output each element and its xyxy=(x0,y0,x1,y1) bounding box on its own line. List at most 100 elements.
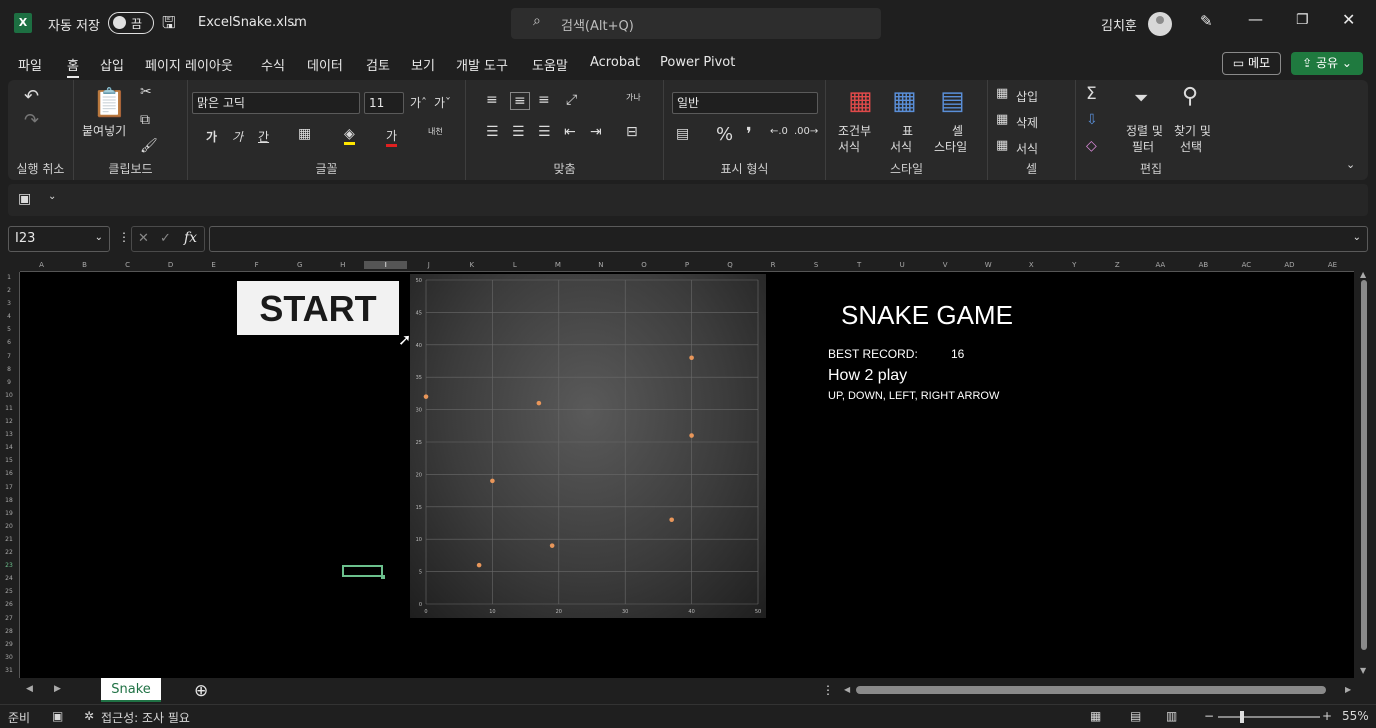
menu-power-pivot[interactable]: Power Pivot xyxy=(660,55,735,70)
menu-developer[interactable]: 개발 도구 xyxy=(456,55,508,74)
close-icon[interactable]: ✕ xyxy=(1342,10,1355,29)
row-header[interactable]: 4 xyxy=(0,313,18,320)
scroll-right-icon[interactable]: ▶ xyxy=(1345,685,1351,694)
page-break-view-icon[interactable]: ▥ xyxy=(1166,709,1177,723)
row-header[interactable]: 19 xyxy=(0,510,18,517)
scroll-down-icon[interactable]: ▼ xyxy=(1360,666,1366,675)
format-table-line2[interactable]: 서식 xyxy=(890,138,912,155)
format-cells-button[interactable]: 서식 xyxy=(1016,140,1038,157)
orientation-icon[interactable]: ⤢ xyxy=(566,92,577,108)
row-header[interactable]: 6 xyxy=(0,339,18,346)
column-header[interactable]: H xyxy=(321,261,364,269)
column-header[interactable]: I xyxy=(364,261,408,269)
row-header[interactable]: 21 xyxy=(0,536,18,543)
row-header[interactable]: 27 xyxy=(0,615,18,622)
column-header[interactable]: AD xyxy=(1268,261,1311,269)
column-header[interactable]: K xyxy=(450,261,493,269)
menu-insert[interactable]: 삽입 xyxy=(100,55,124,74)
cell-styles-line2[interactable]: 스타일 xyxy=(934,138,967,155)
column-header[interactable]: O xyxy=(622,261,665,269)
insert-function-icon[interactable]: fx xyxy=(184,230,197,246)
column-header[interactable]: J xyxy=(407,261,450,269)
menu-view[interactable]: 보기 xyxy=(411,55,435,74)
column-header[interactable]: T xyxy=(838,261,881,269)
bold-button[interactable]: 가 xyxy=(206,128,217,145)
row-header[interactable]: 31 xyxy=(0,667,18,674)
column-header[interactable]: M xyxy=(536,261,579,269)
decrease-font-icon[interactable]: 가ˇ xyxy=(434,94,451,111)
row-header[interactable]: 30 xyxy=(0,654,18,661)
next-sheet-icon[interactable]: ▶ xyxy=(54,684,61,694)
macro-icon[interactable]: ▣ xyxy=(52,709,63,723)
increase-decimal-icon[interactable]: ←.0 xyxy=(770,126,788,137)
align-middle-icon[interactable]: ≡ xyxy=(510,92,530,110)
more-icon[interactable]: ⋮ xyxy=(118,230,130,244)
clear-icon[interactable]: ◇ xyxy=(1086,138,1097,154)
row-header[interactable]: 9 xyxy=(0,379,18,386)
horizontal-scrollbar[interactable] xyxy=(856,686,1326,694)
column-header[interactable]: A xyxy=(20,261,63,269)
column-header[interactable]: P xyxy=(665,261,708,269)
sort-filter-line1[interactable]: 정렬 및 xyxy=(1126,122,1163,139)
prev-sheet-icon[interactable]: ◀ xyxy=(26,684,33,694)
vertical-scroll-thumb[interactable] xyxy=(1361,280,1367,650)
row-header[interactable]: 29 xyxy=(0,641,18,648)
format-as-table-icon[interactable]: ▦ xyxy=(892,86,917,116)
column-header[interactable]: R xyxy=(752,261,795,269)
menu-help[interactable]: 도움말 xyxy=(532,55,568,74)
format-cells-icon[interactable]: ▦ xyxy=(996,138,1008,153)
formula-input[interactable]: ⌄ xyxy=(209,226,1368,252)
column-header[interactable]: F xyxy=(235,261,278,269)
scroll-up-icon[interactable]: ▲ xyxy=(1360,270,1366,279)
font-size-select[interactable]: 11 xyxy=(364,92,404,114)
paste-icon[interactable]: 📋 xyxy=(92,86,127,119)
column-header[interactable]: N xyxy=(579,261,622,269)
paste-button[interactable]: 붙여넣기 xyxy=(82,122,126,139)
zoom-level[interactable]: 55% xyxy=(1342,709,1369,723)
pen-icon[interactable]: ✎ xyxy=(1200,12,1213,30)
column-header[interactable]: AE xyxy=(1311,261,1354,269)
phonetic-button[interactable]: 내천 xyxy=(428,126,443,137)
row-header[interactable]: 12 xyxy=(0,418,18,425)
increase-indent-icon[interactable]: ⇥ xyxy=(590,124,602,140)
column-header[interactable]: U xyxy=(881,261,924,269)
column-header[interactable]: Z xyxy=(1096,261,1139,269)
align-center-icon[interactable]: ☰ xyxy=(512,124,525,140)
comma-icon[interactable]: ❜ xyxy=(746,124,752,145)
autosave-toggle[interactable]: 끔 xyxy=(108,12,154,34)
row-header[interactable]: 1 xyxy=(0,274,18,281)
merge-center-icon[interactable]: ⊟ xyxy=(626,124,638,140)
menu-formulas[interactable]: 수식 xyxy=(261,55,285,74)
zoom-slider[interactable] xyxy=(1218,716,1320,718)
redo-icon[interactable]: ↷ xyxy=(24,110,39,131)
zoom-in-icon[interactable]: + xyxy=(1322,709,1332,723)
underline-button[interactable]: 간 xyxy=(258,128,269,145)
cell-styles-icon[interactable]: ▤ xyxy=(940,86,965,116)
align-top-icon[interactable]: ≡ xyxy=(486,92,498,108)
column-header[interactable]: S xyxy=(795,261,838,269)
row-header[interactable]: 3 xyxy=(0,300,18,307)
cut-icon[interactable]: ✂ xyxy=(140,84,152,100)
menu-file[interactable]: 파일 xyxy=(18,55,42,74)
menu-acrobat[interactable]: Acrobat xyxy=(590,55,640,70)
row-header[interactable]: 16 xyxy=(0,470,18,477)
wrap-text-button[interactable]: 가나 xyxy=(626,92,641,103)
enter-icon[interactable]: ✓ xyxy=(160,231,171,246)
font-name-select[interactable]: 맑은 고딕 xyxy=(192,92,360,114)
snake-chart[interactable]: 0 5 10 15 20 25 30 35 40 45 50 0 10 20 30 40 50 xyxy=(410,274,766,618)
row-header[interactable]: 22 xyxy=(0,549,18,556)
column-header[interactable]: AA xyxy=(1139,261,1182,269)
row-header[interactable]: 14 xyxy=(0,444,18,451)
form-icon[interactable]: ▣ xyxy=(18,191,31,207)
decrease-indent-icon[interactable]: ⇤ xyxy=(564,124,576,140)
add-sheet-icon[interactable]: ⊕ xyxy=(194,681,208,701)
column-header[interactable]: G xyxy=(278,261,321,269)
cell-styles-line1[interactable]: 셀 xyxy=(952,122,963,139)
accessibility-status[interactable]: 접근성: 조사 필요 xyxy=(101,709,190,726)
column-header[interactable]: B xyxy=(63,261,106,269)
normal-view-icon[interactable]: ▦ xyxy=(1090,709,1101,723)
fill-color-icon[interactable]: ◈ xyxy=(344,126,355,145)
filename-chevron-icon[interactable]: ⌄ xyxy=(290,18,298,29)
row-header[interactable]: 13 xyxy=(0,431,18,438)
align-right-icon[interactable]: ☰ xyxy=(538,124,551,140)
